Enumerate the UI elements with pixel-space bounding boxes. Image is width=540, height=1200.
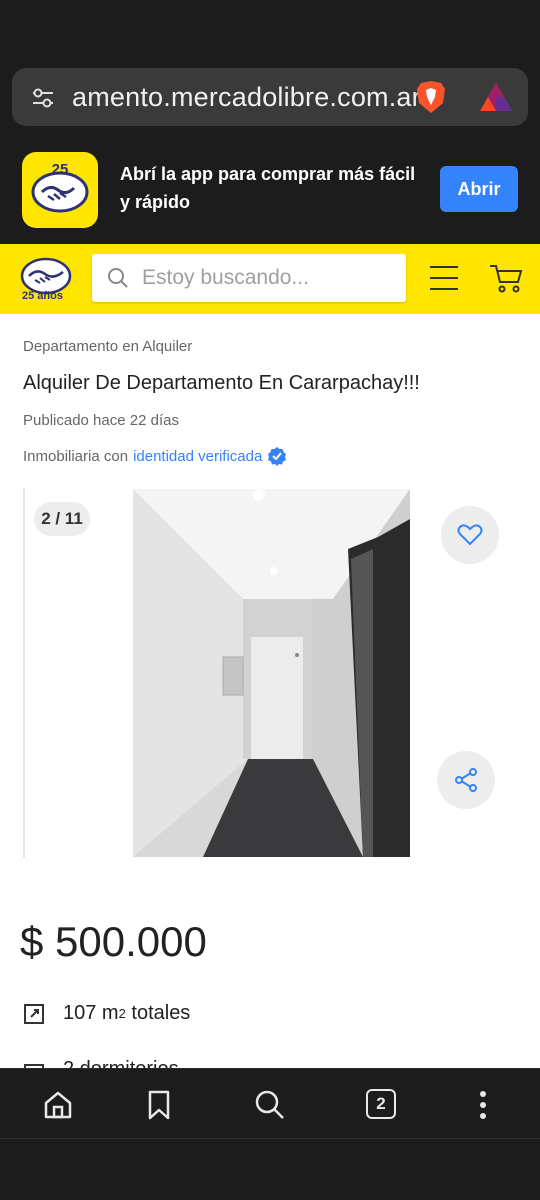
handshake-logo-icon: 25 xyxy=(31,161,89,213)
listing-price: $ 500.000 xyxy=(20,918,207,965)
published-date: Publicado hace 22 días xyxy=(23,412,179,429)
home-icon[interactable] xyxy=(42,1089,74,1121)
feature-area: 107 m2 totales xyxy=(23,1002,190,1025)
site-settings-icon[interactable] xyxy=(30,85,56,111)
browser-bottom-nav: 2 xyxy=(0,1068,540,1138)
verified-badge-icon xyxy=(268,447,287,466)
browser-toolbar: amento.mercadolibre.com.ar xyxy=(0,60,540,138)
open-app-button[interactable]: Abrir xyxy=(440,166,518,212)
share-icon xyxy=(455,768,477,792)
seller-prefix: Inmobiliaria con xyxy=(23,447,129,465)
site-header: 25 años Estoy buscando... xyxy=(0,244,540,314)
url-text[interactable]: amento.mercadolibre.com.ar xyxy=(72,82,421,113)
heart-icon xyxy=(457,524,483,546)
share-button[interactable] xyxy=(437,751,495,809)
address-bar[interactable]: amento.mercadolibre.com.ar xyxy=(12,68,528,126)
more-icon[interactable] xyxy=(467,1089,499,1121)
cart-icon[interactable] xyxy=(488,262,524,294)
brave-shields-icon[interactable] xyxy=(414,79,448,115)
mercadolibre-app-icon: 25 xyxy=(22,152,98,228)
listing-content: Departamento en Alquiler Alquiler De Dep… xyxy=(0,314,540,1068)
verified-identity-link[interactable]: identidad verificada xyxy=(133,448,262,465)
search-placeholder: Estoy buscando... xyxy=(142,266,309,289)
app-banner-text: Abrí la app para comprar más fácil y ráp… xyxy=(120,164,416,212)
logo-anniversary-text: 25 años xyxy=(22,290,63,302)
bookmark-icon[interactable] xyxy=(143,1089,175,1121)
brave-rewards-icon[interactable] xyxy=(478,81,514,113)
bed-icon xyxy=(24,1063,44,1068)
tabs-button[interactable]: 2 xyxy=(366,1089,398,1121)
app-install-banner: 25 Abrí la app para comprar más fácil y … xyxy=(0,138,540,244)
search-input[interactable]: Estoy buscando... xyxy=(92,254,406,302)
hamburger-menu-icon[interactable] xyxy=(428,264,460,292)
listing-category: Departamento en Alquiler xyxy=(23,338,193,355)
feature-area-value: 107 m xyxy=(63,1002,119,1024)
system-gesture-bar xyxy=(0,1138,540,1200)
gallery-divider xyxy=(23,488,25,858)
tab-count: 2 xyxy=(376,1094,386,1113)
status-bar xyxy=(0,0,540,60)
tabs-icon: 2 xyxy=(366,1089,396,1119)
search-icon[interactable] xyxy=(254,1089,286,1121)
listing-title: Alquiler De Departamento En Cararpachay!… xyxy=(23,372,420,394)
area-icon xyxy=(24,1003,44,1024)
feature-area-sup: 2 xyxy=(118,1006,126,1021)
photo-counter: 2 / 11 xyxy=(34,502,90,536)
hallway-image xyxy=(133,489,410,857)
seller-info: Inmobiliaria con identidad verificada xyxy=(23,446,287,466)
feature-bedrooms: 2 dormitorios xyxy=(23,1058,179,1068)
feature-area-suffix: totales xyxy=(125,1002,191,1024)
feature-bedrooms-value: 2 dormitorios xyxy=(63,1058,179,1068)
listing-photo[interactable] xyxy=(133,489,410,857)
favorite-button[interactable] xyxy=(441,506,499,564)
svg-text:25: 25 xyxy=(52,161,69,178)
search-icon xyxy=(108,268,128,288)
